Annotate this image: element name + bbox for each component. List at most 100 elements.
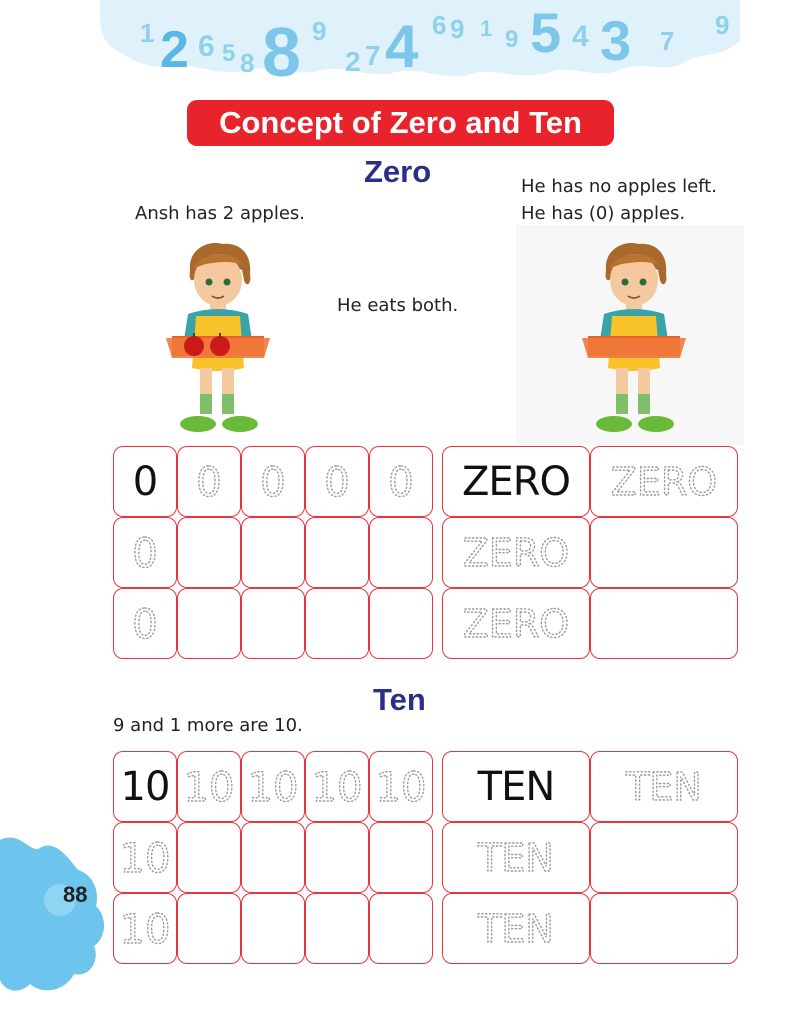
page-number: 88 — [63, 882, 88, 907]
word-trace-cell: ZERO — [590, 446, 738, 517]
number-splash-header — [100, 0, 740, 77]
numeral-model-cell: 0 — [113, 446, 177, 517]
svg-text:0: 0 — [324, 460, 349, 506]
page-number-splash — [0, 837, 105, 991]
word-blank-cell — [590, 588, 738, 659]
numeral-model-cell-text: 10 — [120, 763, 171, 810]
svg-text:0: 0 — [132, 602, 157, 648]
splash-digit: 1 — [140, 18, 155, 48]
numeral-trace-cell: 10 — [177, 751, 241, 822]
numeral-blank-cell — [241, 822, 305, 893]
numeral-trace-cell-trace-text: 10 — [180, 754, 238, 819]
splash-digit: 7 — [365, 40, 381, 71]
numeral-blank-cell — [305, 588, 369, 659]
splash-digit: 5 — [222, 40, 236, 67]
numeral-trace-cell-trace-text: 0 — [244, 449, 302, 514]
numeral-blank-cell — [305, 822, 369, 893]
svg-text:0: 0 — [132, 531, 157, 577]
numeral-trace-cell-trace-text: 10 — [116, 896, 174, 961]
splash-digit: 8 — [262, 13, 301, 91]
numeral-trace-cell: 10 — [241, 751, 305, 822]
ten-heading: Ten — [373, 682, 426, 717]
svg-text:ZERO: ZERO — [463, 531, 569, 575]
splash-digit: 9 — [450, 14, 465, 44]
numeral-blank-cell — [241, 588, 305, 659]
word-trace-cell: TEN — [442, 893, 590, 964]
word-trace-cell: TEN — [442, 822, 590, 893]
numeral-trace-cell-trace-text: 0 — [116, 520, 174, 585]
svg-text:ZERO: ZERO — [463, 602, 569, 646]
svg-text:10: 10 — [248, 765, 299, 811]
word-trace-cell: TEN — [590, 751, 738, 822]
numeral-trace-cell: 10 — [113, 893, 177, 964]
word-model-cell: ZERO — [442, 446, 590, 517]
story-line-before: Ansh has 2 apples. — [135, 203, 305, 224]
word-trace-cell-trace-text: ZERO — [593, 449, 735, 514]
splash-digit: 9 — [715, 10, 730, 40]
numeral-trace-cell-trace-text: 0 — [372, 449, 430, 514]
word-trace-cell-trace-text: ZERO — [445, 591, 587, 656]
splash-digit: 4 — [385, 13, 419, 80]
ten-intro: 9 and 1 more are 10. — [113, 715, 303, 736]
splash-digit: 2 — [345, 46, 361, 77]
splash-digit: 9 — [505, 26, 519, 53]
svg-text:TEN: TEN — [477, 836, 554, 880]
numeral-blank-cell — [241, 517, 305, 588]
numeral-blank-cell — [177, 893, 241, 964]
numeral-trace-cell: 10 — [113, 822, 177, 893]
svg-text:10: 10 — [376, 765, 427, 811]
numeral-blank-cell — [177, 822, 241, 893]
svg-text:TEN: TEN — [625, 765, 702, 809]
numeral-trace-cell: 0 — [113, 588, 177, 659]
splash-digit: 4 — [572, 20, 589, 53]
numeral-trace-cell: 0 — [369, 446, 433, 517]
numeral-trace-cell-trace-text: 10 — [308, 754, 366, 819]
svg-text:10: 10 — [120, 836, 171, 882]
splash-digit: 7 — [660, 26, 675, 56]
word-blank-cell — [590, 517, 738, 588]
numeral-trace-cell-trace-text: 10 — [244, 754, 302, 819]
word-model-cell-text: ZERO — [462, 458, 571, 505]
word-blank-cell — [590, 893, 738, 964]
numeral-model-cell: 10 — [113, 751, 177, 822]
numeral-trace-cell-trace-text: 0 — [180, 449, 238, 514]
numeral-blank-cell — [241, 893, 305, 964]
svg-text:TEN: TEN — [477, 907, 554, 951]
numeral-blank-cell — [305, 517, 369, 588]
svg-text:0: 0 — [196, 460, 221, 506]
svg-text:10: 10 — [312, 765, 363, 811]
word-trace-cell-trace-text: TEN — [445, 825, 587, 890]
zero-heading: Zero — [364, 154, 432, 189]
splash-digit: 8 — [240, 48, 255, 78]
numeral-trace-cell: 0 — [241, 446, 305, 517]
boy-empty-tray-illustration — [582, 243, 686, 432]
word-trace-cell-trace-text: ZERO — [445, 520, 587, 585]
page-title: Concept of Zero and Ten — [187, 100, 614, 146]
numeral-trace-cell-trace-text: 10 — [116, 825, 174, 890]
splash-digit: 6 — [432, 10, 447, 40]
numeral-trace-cell: 0 — [177, 446, 241, 517]
splash-digit: 9 — [312, 16, 327, 46]
numeral-blank-cell — [369, 588, 433, 659]
numeral-model-cell-text: 0 — [132, 458, 158, 505]
numeral-trace-cell: 0 — [305, 446, 369, 517]
numeral-trace-cell-trace-text: 0 — [116, 591, 174, 656]
numeral-trace-cell-trace-text: 0 — [308, 449, 366, 514]
svg-text:0: 0 — [260, 460, 285, 506]
story-line-after-1: He has no apples left. — [521, 176, 717, 197]
word-trace-cell: ZERO — [442, 588, 590, 659]
numeral-blank-cell — [177, 517, 241, 588]
numeral-blank-cell — [369, 517, 433, 588]
numeral-blank-cell — [177, 588, 241, 659]
word-trace-cell-trace-text: TEN — [445, 896, 587, 961]
numeral-trace-cell-trace-text: 10 — [372, 754, 430, 819]
word-blank-cell — [590, 822, 738, 893]
splash-digit: 3 — [600, 9, 632, 72]
splash-digit: 1 — [480, 16, 493, 41]
boy-with-apples-illustration — [166, 243, 270, 432]
numeral-trace-cell: 10 — [369, 751, 433, 822]
numeral-trace-cell: 10 — [305, 751, 369, 822]
word-model-cell-text: TEN — [477, 763, 556, 810]
svg-text:10: 10 — [184, 765, 235, 811]
numeral-blank-cell — [369, 893, 433, 964]
